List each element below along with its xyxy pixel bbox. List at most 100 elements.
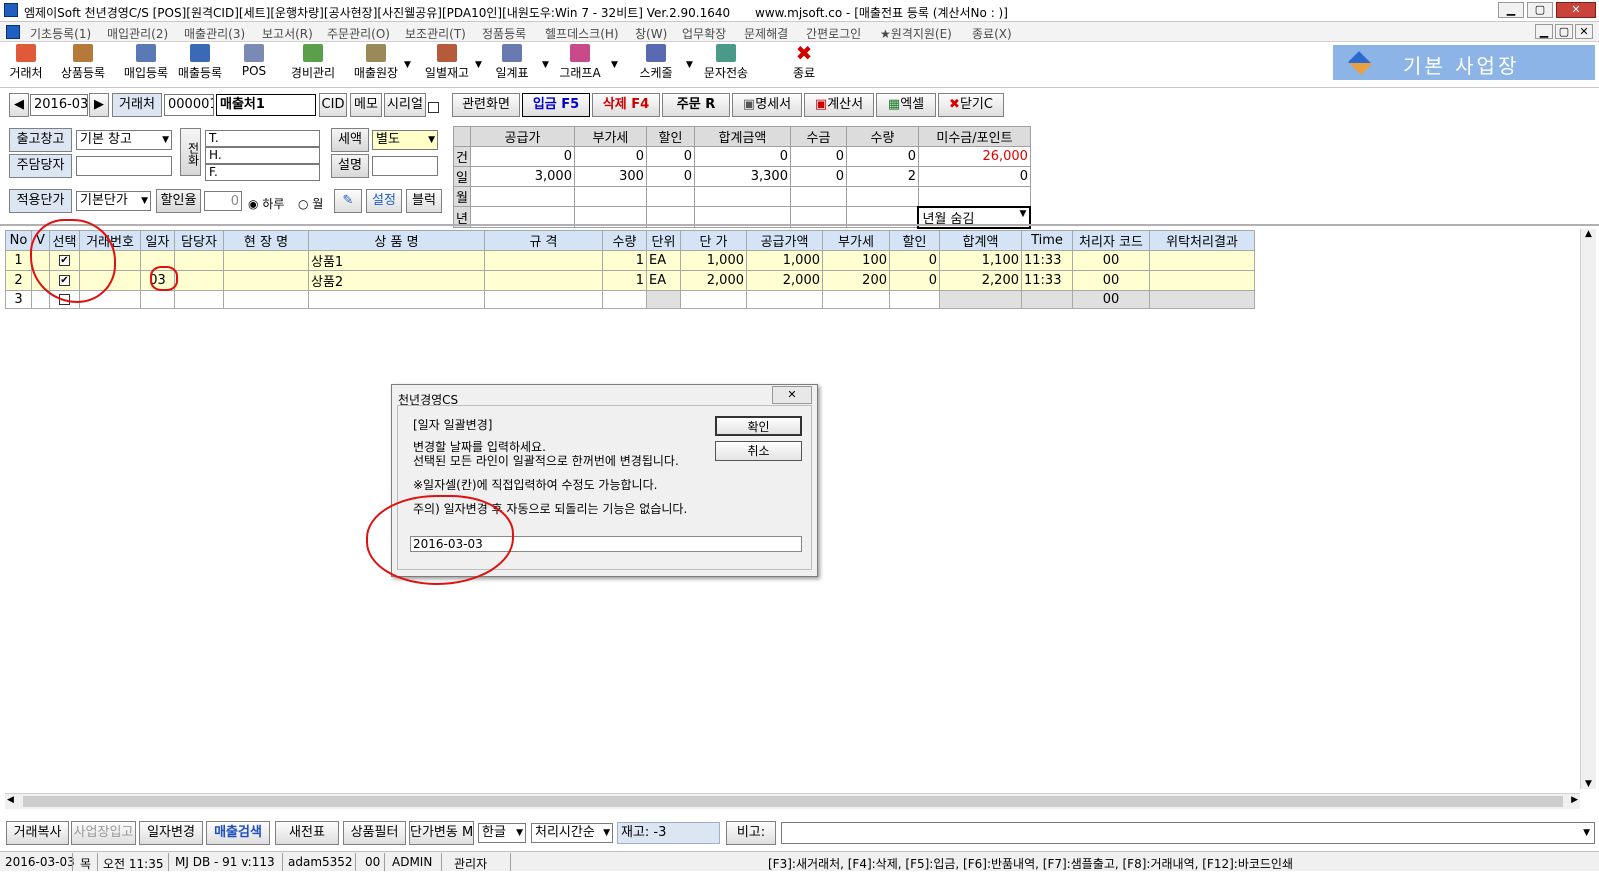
cancel-button[interactable]: 취소 — [715, 441, 802, 461]
menu-order[interactable]: 주문관리(O) — [327, 25, 390, 42]
toolbar-purchase-button[interactable]: 매입등록 — [121, 44, 171, 81]
settings-button[interactable]: 설정 — [366, 189, 402, 213]
ledger-dropdown-icon[interactable]: ▼ — [404, 60, 411, 70]
menu-aux[interactable]: 보조관리(T) — [405, 25, 466, 42]
menu-license[interactable]: 정품등록 — [482, 25, 526, 42]
table-row[interactable]: 3 00 — [5, 290, 1255, 309]
menu-purchase[interactable]: 매입관리(2) — [107, 25, 168, 42]
mdi-minimize-button[interactable]: ▁ — [1535, 24, 1553, 39]
toolbar-expense-button[interactable]: 경비관리 — [288, 44, 338, 81]
graph-dropdown-icon[interactable]: ▼ — [611, 60, 618, 70]
toolbar-exit-button[interactable]: ✖ 종료 — [790, 43, 818, 81]
col-supply[interactable]: 공급가액 — [746, 230, 823, 251]
client-code-field[interactable]: 000001 — [164, 94, 214, 116]
site-receive-button[interactable]: 사업장입고 — [71, 821, 136, 845]
next-month-button[interactable]: ▶ — [89, 93, 109, 117]
tax-select[interactable]: 별도 ▼ — [372, 130, 438, 150]
row-select-checkbox[interactable]: ✔ — [59, 255, 70, 266]
col-total[interactable]: 합계액 — [939, 230, 1022, 251]
menu-exit[interactable]: 종료(X) — [972, 25, 1012, 42]
memo-button[interactable]: 메모 — [350, 93, 382, 117]
toolbar-product-button[interactable]: 상품등록 — [58, 44, 108, 81]
mobile-field[interactable]: H. — [205, 147, 320, 164]
col-v[interactable]: V — [31, 230, 50, 251]
vertical-scrollbar[interactable]: ▲ ▼ — [1580, 229, 1596, 789]
menu-helpdesk[interactable]: 헬프데스크(H) — [545, 25, 619, 42]
discount-field[interactable]: 0 — [204, 191, 242, 211]
excel-button[interactable]: ▦엑셀 — [876, 93, 936, 117]
warehouse-select[interactable]: 기본 창고 ▼ — [76, 130, 172, 150]
sort-select[interactable]: 처리시간순 ▼ — [531, 823, 613, 843]
date-change-button[interactable]: 일자변경 — [139, 821, 203, 845]
horizontal-scrollbar[interactable]: ◀ ▶ — [5, 793, 1580, 809]
radio-month[interactable]: ○ 월 — [298, 195, 323, 212]
row-select-checkbox[interactable] — [59, 294, 70, 305]
scroll-right-icon[interactable]: ▶ — [1571, 795, 1578, 805]
related-screen-button[interactable]: 관련화면 — [452, 93, 520, 117]
mdi-restore-button[interactable]: ▢ — [1555, 24, 1573, 39]
close-form-button[interactable]: ✖닫기C — [938, 93, 1004, 117]
toolbar-ledger-button[interactable]: 매출원장 — [351, 44, 401, 81]
price-select[interactable]: 기본단가 ▼ — [76, 191, 151, 211]
col-product[interactable]: 상 품 명 — [308, 230, 485, 251]
scroll-down-icon[interactable]: ▼ — [1581, 779, 1596, 789]
delete-button[interactable]: 삭제 F4 — [592, 93, 660, 117]
date-input[interactable]: 2016-03-03 — [410, 536, 802, 552]
order-button[interactable]: 주문 R — [662, 93, 730, 117]
block-button[interactable]: 블럭 — [406, 189, 442, 213]
menu-extend[interactable]: 업무확장 — [682, 25, 726, 42]
col-consign-result[interactable]: 위탁처리결과 — [1149, 230, 1255, 251]
col-unit[interactable]: 단위 — [646, 230, 681, 251]
product-filter-button[interactable]: 상품필터 — [343, 821, 406, 845]
toolbar-sms-button[interactable]: 문자전송 — [701, 44, 751, 81]
fax-field[interactable]: F. — [205, 164, 320, 181]
col-staff[interactable]: 담당자 — [174, 230, 224, 251]
toolbar-sales-button[interactable]: 매출등록 — [175, 44, 225, 81]
toolbar-daily-button[interactable]: 일계표 — [494, 44, 530, 81]
deposit-button[interactable]: 입금 F5 — [522, 93, 590, 117]
chevron-down-icon[interactable]: ▼ — [1583, 823, 1590, 843]
price-label[interactable]: 적용단가 — [9, 189, 72, 213]
table-row[interactable]: 1 ✔ 상품1 1 EA 1,000 1,000 100 0 1,100 11:… — [5, 250, 1255, 271]
scroll-left-icon[interactable]: ◀ — [7, 795, 14, 805]
daily-dropdown-icon[interactable]: ▼ — [542, 60, 549, 70]
serial-button[interactable]: 시리얼 — [384, 93, 426, 117]
note-field[interactable]: ▼ — [781, 822, 1595, 844]
menu-report[interactable]: 보고서(R) — [262, 25, 313, 42]
mdi-close-button[interactable]: ✕ — [1575, 24, 1593, 39]
toolbar-graph-button[interactable]: 그래프A — [557, 44, 603, 81]
toolbar-pos-button[interactable]: POS — [238, 44, 270, 78]
month-field[interactable]: 2016-03 — [30, 94, 88, 116]
new-slip-button[interactable]: 새전표 — [275, 821, 339, 845]
invoice-button[interactable]: ▣계산서 — [804, 93, 874, 117]
menu-window[interactable]: 창(W) — [635, 25, 667, 42]
maximize-button[interactable]: ▢ — [1527, 2, 1553, 18]
col-price[interactable]: 단 가 — [680, 230, 747, 251]
toolbar-dailystock-button[interactable]: 일별재고 — [422, 44, 472, 81]
col-select[interactable]: 선택 — [49, 230, 80, 251]
menu-basic[interactable]: 기초등록(1) — [30, 25, 91, 42]
menu-trouble[interactable]: 문제해결 — [744, 25, 788, 42]
cid-button[interactable]: CID — [319, 93, 347, 117]
col-site[interactable]: 현 장 명 — [223, 230, 309, 251]
col-time[interactable]: Time — [1021, 230, 1073, 251]
scroll-thumb[interactable] — [23, 796, 1563, 807]
prev-month-button[interactable]: ◀ — [9, 93, 29, 117]
tel-field[interactable]: T. — [205, 130, 320, 147]
scroll-up-icon[interactable]: ▲ — [1581, 229, 1596, 239]
menu-sales[interactable]: 매출관리(3) — [184, 25, 245, 42]
col-vat[interactable]: 부가세 — [822, 230, 890, 251]
dialog-close-button[interactable]: ✕ — [772, 386, 812, 404]
serial-checkbox[interactable] — [428, 100, 439, 114]
close-window-button[interactable]: ✕ — [1556, 2, 1596, 18]
dailystock-dropdown-icon[interactable]: ▼ — [475, 60, 482, 70]
toolbar-client-button[interactable]: 거래처 — [8, 44, 44, 81]
client-name-field[interactable]: 매출처1 — [216, 94, 316, 116]
col-discount[interactable]: 할인 — [889, 230, 940, 251]
menu-quicklogin[interactable]: 간편로그인 — [806, 25, 861, 42]
edit-icon-button[interactable]: ✎ — [334, 189, 362, 213]
language-select[interactable]: 한글 ▼ — [478, 823, 526, 843]
col-date[interactable]: 일자 — [140, 230, 175, 251]
minimize-button[interactable]: ▁ — [1498, 2, 1524, 18]
staff-field[interactable] — [76, 156, 172, 176]
